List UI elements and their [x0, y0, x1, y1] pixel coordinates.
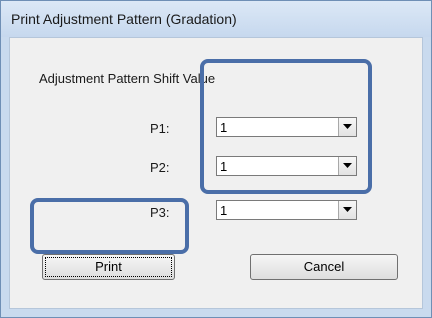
p2-dropdown-button[interactable] [338, 157, 356, 175]
section-label: Adjustment Pattern Shift Value [39, 71, 216, 86]
p1-label: P1: [150, 121, 170, 136]
chevron-down-icon [343, 163, 352, 168]
p3-value: 1 [220, 203, 228, 218]
p1-dropdown-button[interactable] [338, 118, 356, 136]
p2-combobox[interactable]: 1 [216, 156, 357, 176]
window-title: Print Adjustment Pattern (Gradation) [11, 11, 237, 27]
p3-dropdown-button[interactable] [338, 201, 356, 219]
p1-value: 1 [220, 120, 228, 135]
cancel-button-label: Cancel [303, 259, 345, 274]
p2-label: P2: [150, 160, 170, 175]
title-bar: Print Adjustment Pattern (Gradation) [1, 1, 431, 37]
p1-combobox[interactable]: 1 [216, 117, 357, 137]
print-button[interactable]: Print [42, 254, 175, 280]
cancel-button[interactable]: Cancel [250, 254, 398, 280]
chevron-down-icon [343, 207, 352, 212]
p2-value: 1 [220, 159, 228, 174]
p3-label: P3: [150, 205, 170, 220]
focus-rect [45, 257, 172, 277]
chevron-down-icon [343, 124, 352, 129]
p3-combobox[interactable]: 1 [216, 200, 357, 220]
